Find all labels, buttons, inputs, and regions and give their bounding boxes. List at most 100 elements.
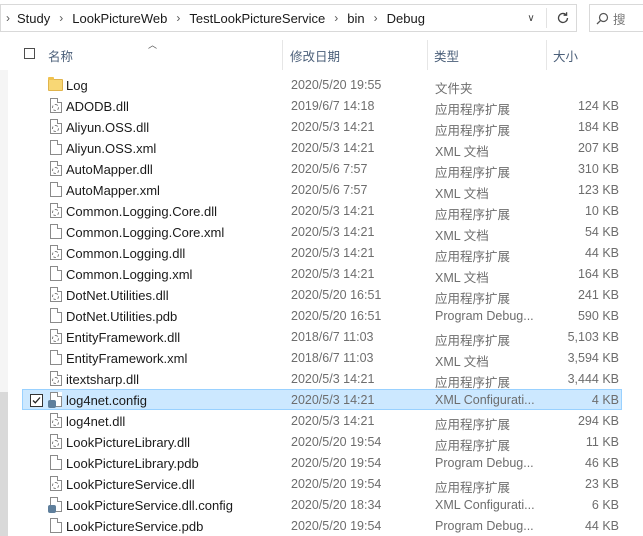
file-size: 3,444 KB <box>567 372 619 386</box>
file-row[interactable]: LookPictureService.dll.config 2020/5/20 1… <box>22 494 622 515</box>
column-size[interactable]: 大小 <box>553 46 578 65</box>
file-row[interactable]: EntityFramework.xml 2018/6/7 11:03 XML 文档 3… <box>22 347 622 369</box>
file-date: 2020/5/3 14:21 <box>291 267 375 281</box>
breadcrumb: › Study › LookPictureWeb › TestLookPictu… <box>1 5 427 31</box>
file-size: 6 KB <box>591 498 619 512</box>
breadcrumb-study[interactable]: Study <box>15 11 52 26</box>
file-row[interactable]: ADODB.dll 2019/6/7 14:18 应用程序扩展 124 KB <box>22 95 622 117</box>
file-date: 2020/5/6 7:57 <box>291 162 368 176</box>
file-date: 2020/5/20 16:51 <box>291 309 382 323</box>
file-row[interactable]: Aliyun.OSS.xml 2020/5/3 14:21 XML 文档 207 KB <box>22 137 622 159</box>
file-name: Aliyun.OSS.dll <box>66 120 150 135</box>
column-name[interactable]: 名称 <box>48 46 73 65</box>
file-row[interactable]: LookPictureService.dll 2020/5/20 19:54 应用程… <box>22 473 622 495</box>
dll-file-icon <box>48 287 64 303</box>
column-divider[interactable] <box>282 40 283 70</box>
breadcrumb-bin[interactable]: bin <box>345 11 366 26</box>
row-checkbox[interactable] <box>30 394 43 407</box>
file-date: 2018/6/7 11:03 <box>291 351 374 365</box>
file-row[interactable]: log4net.dll 2020/5/3 14:21 应用程序扩展 294 KB <box>22 410 622 432</box>
file-size: 590 KB <box>577 309 619 323</box>
file-icon <box>48 350 64 366</box>
chevron-right-icon[interactable]: › <box>52 11 70 25</box>
file-row[interactable]: Common.Logging.xml 2020/5/3 14:21 XML 文档 16… <box>22 263 622 285</box>
refresh-button[interactable] <box>550 5 576 31</box>
file-name: EntityFramework.dll <box>66 330 181 345</box>
file-row[interactable]: EntityFramework.dll 2018/6/7 11:03 应用程序扩展 5… <box>22 326 622 348</box>
file-icon <box>48 518 64 534</box>
breadcrumb-lookpictureweb[interactable]: LookPictureWeb <box>70 11 169 26</box>
file-row[interactable]: Common.Logging.Core.dll 2020/5/3 14:21 应用程… <box>22 200 622 222</box>
file-row[interactable]: LookPictureService.pdb 2020/5/20 19:54 Pro… <box>22 515 622 536</box>
chevron-right-icon[interactable]: › <box>367 11 385 25</box>
file-date: 2020/5/3 14:21 <box>291 414 375 428</box>
column-date[interactable]: 修改日期 <box>290 46 340 65</box>
file-size: 44 KB <box>584 246 619 260</box>
file-icon <box>48 182 64 198</box>
file-name: LookPictureLibrary.dll <box>66 435 191 450</box>
file-date: 2020/5/20 19:54 <box>291 477 382 491</box>
file-name: Log <box>66 78 88 93</box>
file-row[interactable]: itextsharp.dll 2020/5/3 14:21 应用程序扩展 3,444 … <box>22 368 622 390</box>
file-name: Common.Logging.dll <box>66 246 186 261</box>
file-size: 46 KB <box>584 456 619 470</box>
file-type: XML Configurati... <box>435 393 535 407</box>
search-placeholder: 搜 <box>613 12 626 27</box>
chevron-right-icon[interactable]: › <box>327 11 345 25</box>
breadcrumb-debug[interactable]: Debug <box>385 11 427 26</box>
file-row[interactable]: AutoMapper.dll 2020/5/6 7:57 应用程序扩展 310 KB <box>22 158 622 180</box>
select-all-checkbox[interactable] <box>24 48 35 59</box>
file-date: 2020/5/3 14:21 <box>291 225 375 239</box>
file-row[interactable]: DotNet.Utilities.pdb 2020/5/20 16:51 Progr… <box>22 305 622 326</box>
file-row[interactable]: Common.Logging.Core.xml 2020/5/3 14:21 XML… <box>22 221 622 243</box>
file-size: 310 KB <box>577 162 619 176</box>
file-size: 184 KB <box>577 120 619 134</box>
file-name: Common.Logging.Core.xml <box>66 225 225 240</box>
file-row[interactable]: AutoMapper.xml 2020/5/6 7:57 XML 文档 123 KB <box>22 179 622 201</box>
file-date: 2020/5/20 19:54 <box>291 519 382 533</box>
file-date: 2020/5/3 14:21 <box>291 246 375 260</box>
column-type[interactable]: 类型 <box>434 46 459 65</box>
file-size: 164 KB <box>577 267 619 281</box>
file-name: ADODB.dll <box>66 99 129 114</box>
file-name: Common.Logging.xml <box>66 267 193 282</box>
file-size: 3,594 KB <box>567 351 619 365</box>
refresh-icon <box>557 12 569 24</box>
file-size: 54 KB <box>584 225 619 239</box>
file-date: 2020/5/20 16:51 <box>291 288 382 302</box>
file-name: EntityFramework.xml <box>66 351 188 366</box>
file-date: 2020/5/3 14:21 <box>291 120 375 134</box>
file-icon <box>48 266 64 282</box>
file-name: LookPictureService.pdb <box>66 519 204 534</box>
file-row[interactable]: Log 2020/5/20 19:55 文件夹 <box>22 74 622 96</box>
file-row[interactable]: Common.Logging.dll 2020/5/3 14:21 应用程序扩展 44… <box>22 242 622 264</box>
column-divider[interactable] <box>546 40 547 70</box>
folder-icon <box>48 77 64 93</box>
file-size: 5,103 KB <box>567 330 619 344</box>
column-header: ︿ 名称 修改日期 类型 大小 <box>0 38 643 70</box>
breadcrumb-testlookpictureservice[interactable]: TestLookPictureService <box>187 11 327 26</box>
address-dropdown-button[interactable]: ∨ <box>520 5 542 31</box>
search-box[interactable]: 搜 <box>589 4 643 32</box>
dll-file-icon <box>48 329 64 345</box>
dll-file-icon <box>48 371 64 387</box>
dll-file-icon <box>48 98 64 114</box>
file-size: 10 KB <box>584 204 619 218</box>
file-row[interactable]: DotNet.Utilities.dll 2020/5/20 16:51 应用程序扩… <box>22 284 622 306</box>
file-row[interactable]: LookPictureLibrary.pdb 2020/5/20 19:54 Pro… <box>22 452 622 473</box>
search-icon <box>596 12 609 24</box>
file-date: 2020/5/20 18:34 <box>291 498 382 512</box>
sort-ascending-icon: ︿ <box>148 40 158 50</box>
file-name: itextsharp.dll <box>66 372 139 387</box>
address-bar[interactable]: › Study › LookPictureWeb › TestLookPictu… <box>0 4 577 32</box>
file-row[interactable]: LookPictureLibrary.dll 2020/5/20 19:54 应用程… <box>22 431 622 453</box>
column-divider[interactable] <box>427 40 428 70</box>
file-row[interactable]: log4net.config 2020/5/3 14:21 XML Configur… <box>22 389 622 410</box>
chevron-right-icon[interactable]: › <box>169 11 187 25</box>
file-row[interactable]: Aliyun.OSS.dll 2020/5/3 14:21 应用程序扩展 184 KB <box>22 116 622 138</box>
file-date: 2020/5/6 7:57 <box>291 183 368 197</box>
file-size: 124 KB <box>577 99 619 113</box>
file-name: Common.Logging.Core.dll <box>66 204 218 219</box>
dll-file-icon <box>48 161 64 177</box>
file-date: 2020/5/3 14:21 <box>291 372 375 386</box>
